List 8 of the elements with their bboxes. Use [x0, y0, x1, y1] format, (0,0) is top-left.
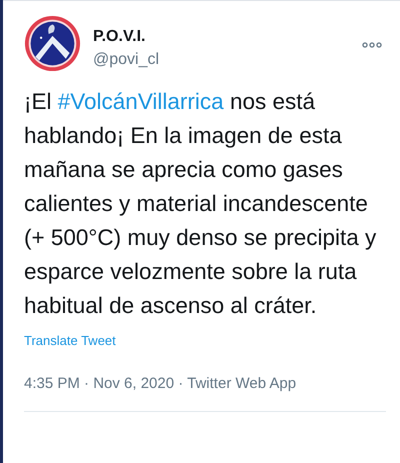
tweet-timestamp: 4:35 PM · Nov 6, 2020 · Twitter Web App [24, 374, 298, 394]
author-name[interactable]: P.O.V.I. [93, 27, 160, 47]
hashtag-link[interactable]: #VolcánVillarrica [58, 89, 224, 114]
tweet-text: ¡El #VolcánVillarrica nos está hablando¡ En la imagen de esta mañana se aprecia como gases calientes y material incandescente (+ 500°C) muy denso se precipita y esparce velozmente sobre la ruta habitual de ascenso al cráter. [24, 88, 378, 320]
translate-link[interactable]: Translate Tweet [24, 331, 116, 350]
avatar-logo [24, 15, 81, 72]
author-handle[interactable]: @povi_cl [93, 49, 160, 71]
more-options-icon[interactable] [362, 42, 382, 48]
